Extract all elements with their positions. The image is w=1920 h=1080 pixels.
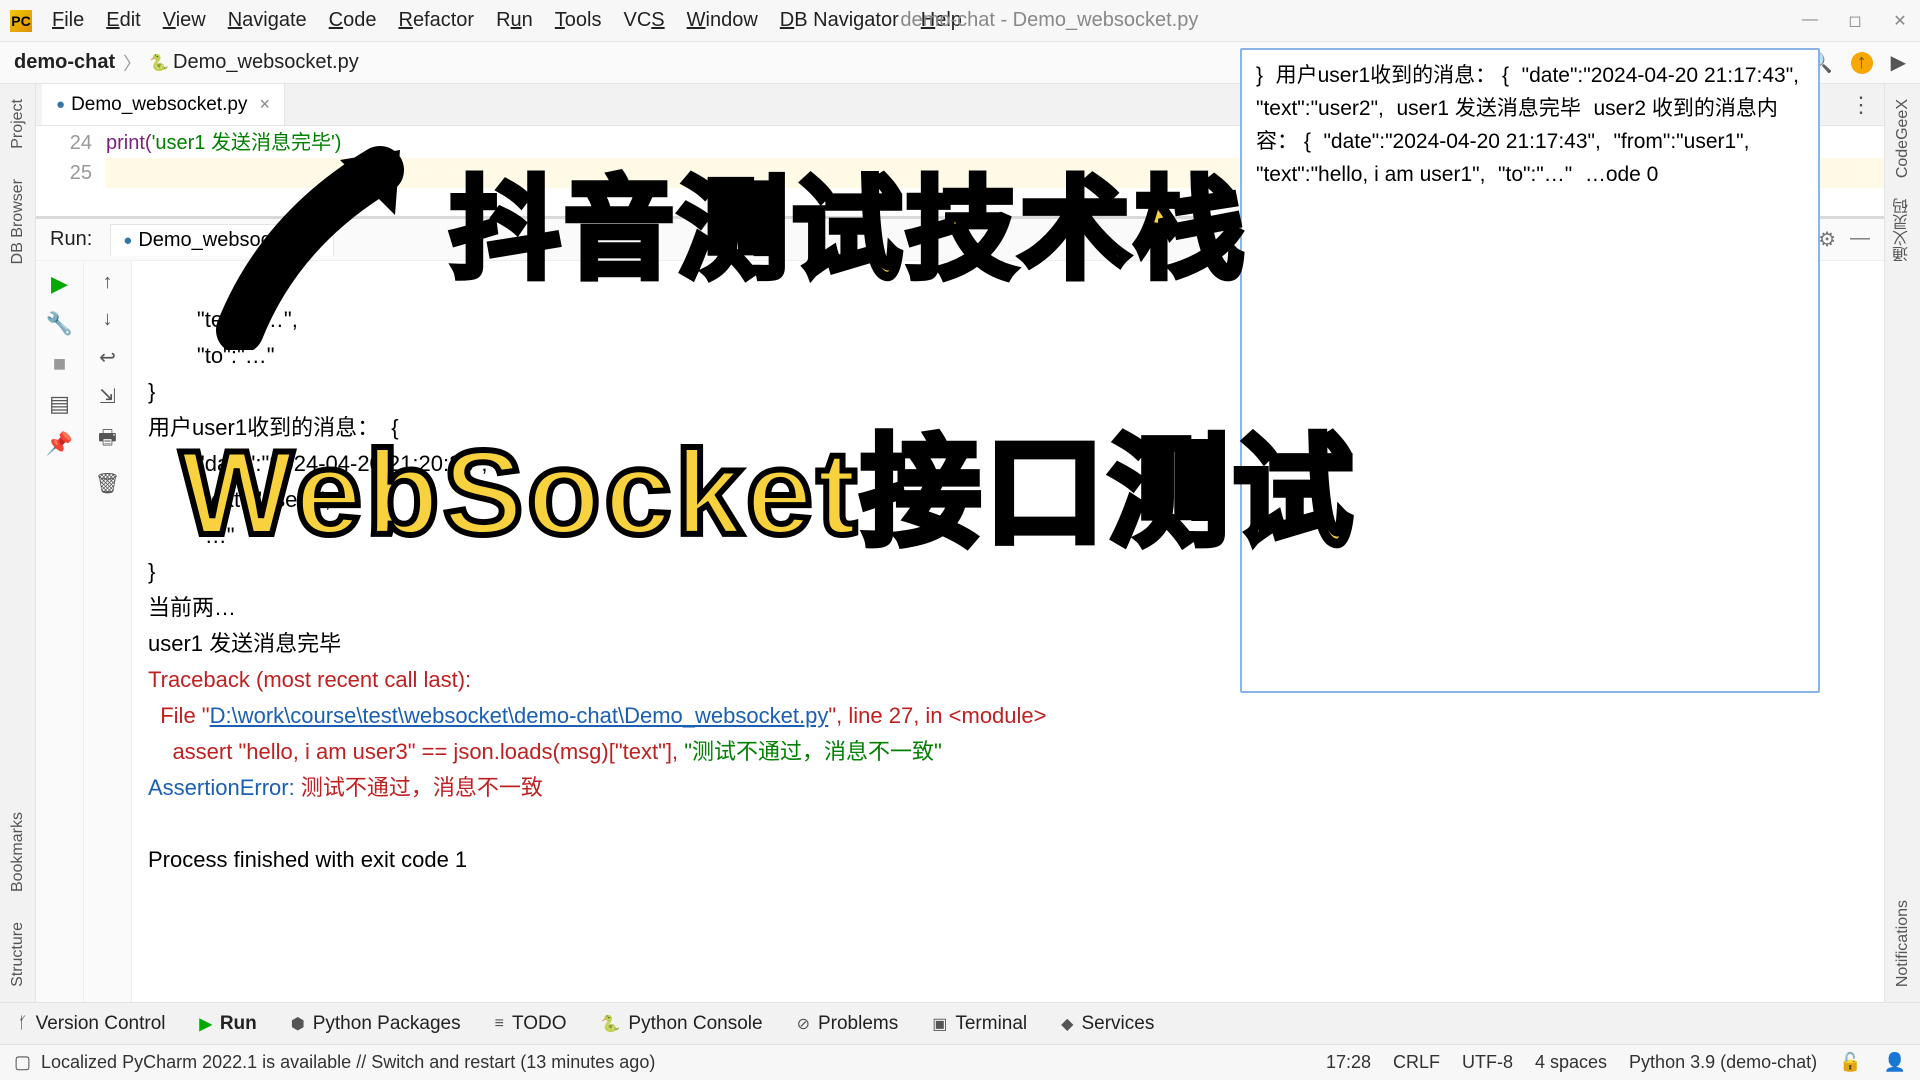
minimize-icon[interactable]: — [1800, 11, 1820, 31]
wrench-icon[interactable]: 🔧 [46, 311, 73, 337]
menubar: PC File Edit View Navigate Code Refactor… [0, 0, 1920, 42]
up-arrow-icon[interactable]: ↑ [103, 271, 113, 294]
sidebar-tongyi[interactable]: 通义灵码 [1891, 198, 1915, 262]
menu-refactor[interactable]: Refactor [398, 9, 474, 32]
sidebar-project[interactable]: Project [9, 99, 27, 149]
status-line-sep[interactable]: CRLF [1393, 1052, 1440, 1073]
soft-wrap-icon[interactable]: ↩ [99, 345, 116, 370]
run-tab-label: Demo_websocket [138, 229, 297, 252]
bottom-python-packages[interactable]: ⬢Python Packages [291, 1013, 461, 1035]
layout-icon[interactable]: ▤ [49, 391, 70, 417]
menu-window[interactable]: Window [687, 9, 758, 32]
line-gutter: 24 25 [36, 126, 106, 216]
status-icon[interactable]: ▢ [14, 1052, 31, 1073]
readonly-icon[interactable]: 🔓 [1839, 1052, 1861, 1073]
stop-icon[interactable]: ■ [53, 351, 66, 377]
bottom-version-control[interactable]: ᚶVersion Control [18, 1013, 166, 1035]
python-icon: 🐍 [601, 1014, 621, 1034]
menu-edit[interactable]: Edit [106, 9, 140, 32]
close-icon[interactable]: ✕ [1890, 11, 1910, 31]
editor-more-icon[interactable]: ⋮ [1850, 92, 1872, 118]
hide-panel-icon[interactable]: — [1850, 227, 1870, 252]
inspect-icon[interactable]: 👤 [1884, 1052, 1906, 1073]
services-icon: ◆ [1061, 1014, 1073, 1034]
bottom-problems[interactable]: ⊘Problems [797, 1013, 899, 1035]
down-arrow-icon[interactable]: ↓ [103, 308, 113, 331]
python-file-icon: ● [123, 232, 132, 249]
python-file-icon: ● [56, 96, 65, 113]
right-toolwindow-bar: CodeGeeX 通义灵码 Notifications [1884, 84, 1920, 1002]
sidebar-structure[interactable]: Structure [9, 922, 27, 987]
sidebar-db[interactable]: DB Browser [9, 179, 27, 264]
run-tab[interactable]: ● Demo_websocket × [110, 224, 334, 256]
bottom-todo[interactable]: ≡TODO [495, 1013, 567, 1035]
status-bar: ▢ Localized PyCharm 2022.1 is available … [0, 1044, 1920, 1080]
window-title: demo-chat - Demo_websocket.py [900, 9, 1198, 32]
pin-icon[interactable]: 📌 [46, 431, 73, 457]
menu-vcs[interactable]: VCS [624, 9, 665, 32]
breadcrumb-file[interactable]: Demo_websocket.py [173, 51, 359, 74]
status-message[interactable]: Localized PyCharm 2022.1 is available //… [41, 1052, 655, 1073]
python-file-icon: 🐍 [149, 53, 169, 73]
bottom-toolwindow-bar: ᚶVersion Control ▶Run ⬢Python Packages ≡… [0, 1002, 1920, 1044]
close-run-tab-icon[interactable]: × [309, 229, 321, 252]
breadcrumb-sep: 〉 [123, 50, 141, 76]
menu-code[interactable]: Code [329, 9, 377, 32]
scroll-end-icon[interactable]: ⇲ [99, 384, 116, 409]
gear-icon[interactable]: ⚙ [1818, 227, 1836, 252]
terminal-icon: ▣ [932, 1014, 947, 1034]
status-indent[interactable]: 4 spaces [1535, 1052, 1607, 1073]
menu-run[interactable]: Run [496, 9, 533, 32]
branch-icon: ᚶ [18, 1015, 28, 1033]
bottom-run[interactable]: ▶Run [200, 1013, 257, 1035]
breadcrumb-project[interactable]: demo-chat [14, 51, 115, 74]
traceback-file-link[interactable]: D:\work\course\test\websocket\demo-chat\… [210, 703, 829, 728]
left-toolwindow-bar: Project DB Browser Bookmarks Structure [0, 84, 36, 1002]
update-icon[interactable]: ↑ [1851, 52, 1873, 74]
codewithme-icon[interactable]: ▶ [1891, 50, 1906, 75]
menu-dbnav[interactable]: DB Navigator [780, 9, 899, 32]
play-icon: ▶ [200, 1014, 212, 1034]
problems-icon: ⊘ [797, 1014, 810, 1034]
menu-view[interactable]: View [163, 9, 206, 32]
editor-tab-demo-websocket[interactable]: ● Demo_websocket.py × [42, 84, 285, 125]
sidebar-bookmarks[interactable]: Bookmarks [9, 812, 27, 892]
run-toolbar-secondary: ↑ ↓ ↩ ⇲ 🖶 🗑 [84, 261, 132, 1002]
menu-navigate[interactable]: Navigate [228, 9, 307, 32]
bottom-terminal[interactable]: ▣Terminal [932, 1013, 1027, 1035]
bottom-python-console[interactable]: 🐍Python Console [601, 1013, 763, 1035]
maximize-icon[interactable]: ◻ [1845, 11, 1865, 31]
package-icon: ⬢ [291, 1014, 305, 1034]
bottom-services[interactable]: ◆Services [1061, 1013, 1154, 1035]
status-interpreter[interactable]: Python 3.9 (demo-chat) [1629, 1052, 1817, 1073]
menu-file[interactable]: File [52, 9, 84, 32]
print-icon[interactable]: 🖶 [98, 423, 117, 457]
list-icon: ≡ [495, 1015, 504, 1033]
rerun-icon[interactable]: ▶ [51, 271, 68, 297]
sidebar-codegeex[interactable]: CodeGeeX [1894, 99, 1912, 178]
status-encoding[interactable]: UTF-8 [1462, 1052, 1513, 1073]
close-tab-icon[interactable]: × [259, 94, 270, 115]
sidebar-notifications[interactable]: Notifications [1894, 900, 1912, 987]
window-controls: — ◻ ✕ [1800, 11, 1910, 31]
run-toolbar-primary: ▶ 🔧 ■ ▤ 📌 [36, 261, 84, 1002]
app-icon: PC [10, 10, 32, 32]
editor-tab-label: Demo_websocket.py [71, 94, 247, 116]
trash-icon[interactable]: 🗑 [95, 471, 120, 496]
run-label: Run: [50, 228, 92, 251]
quick-doc-popup: } 用户user1收到的消息： { "date":"2024-04-20 21:… [1240, 48, 1820, 693]
menu-tools[interactable]: Tools [555, 9, 602, 32]
status-position[interactable]: 17:28 [1326, 1052, 1371, 1073]
